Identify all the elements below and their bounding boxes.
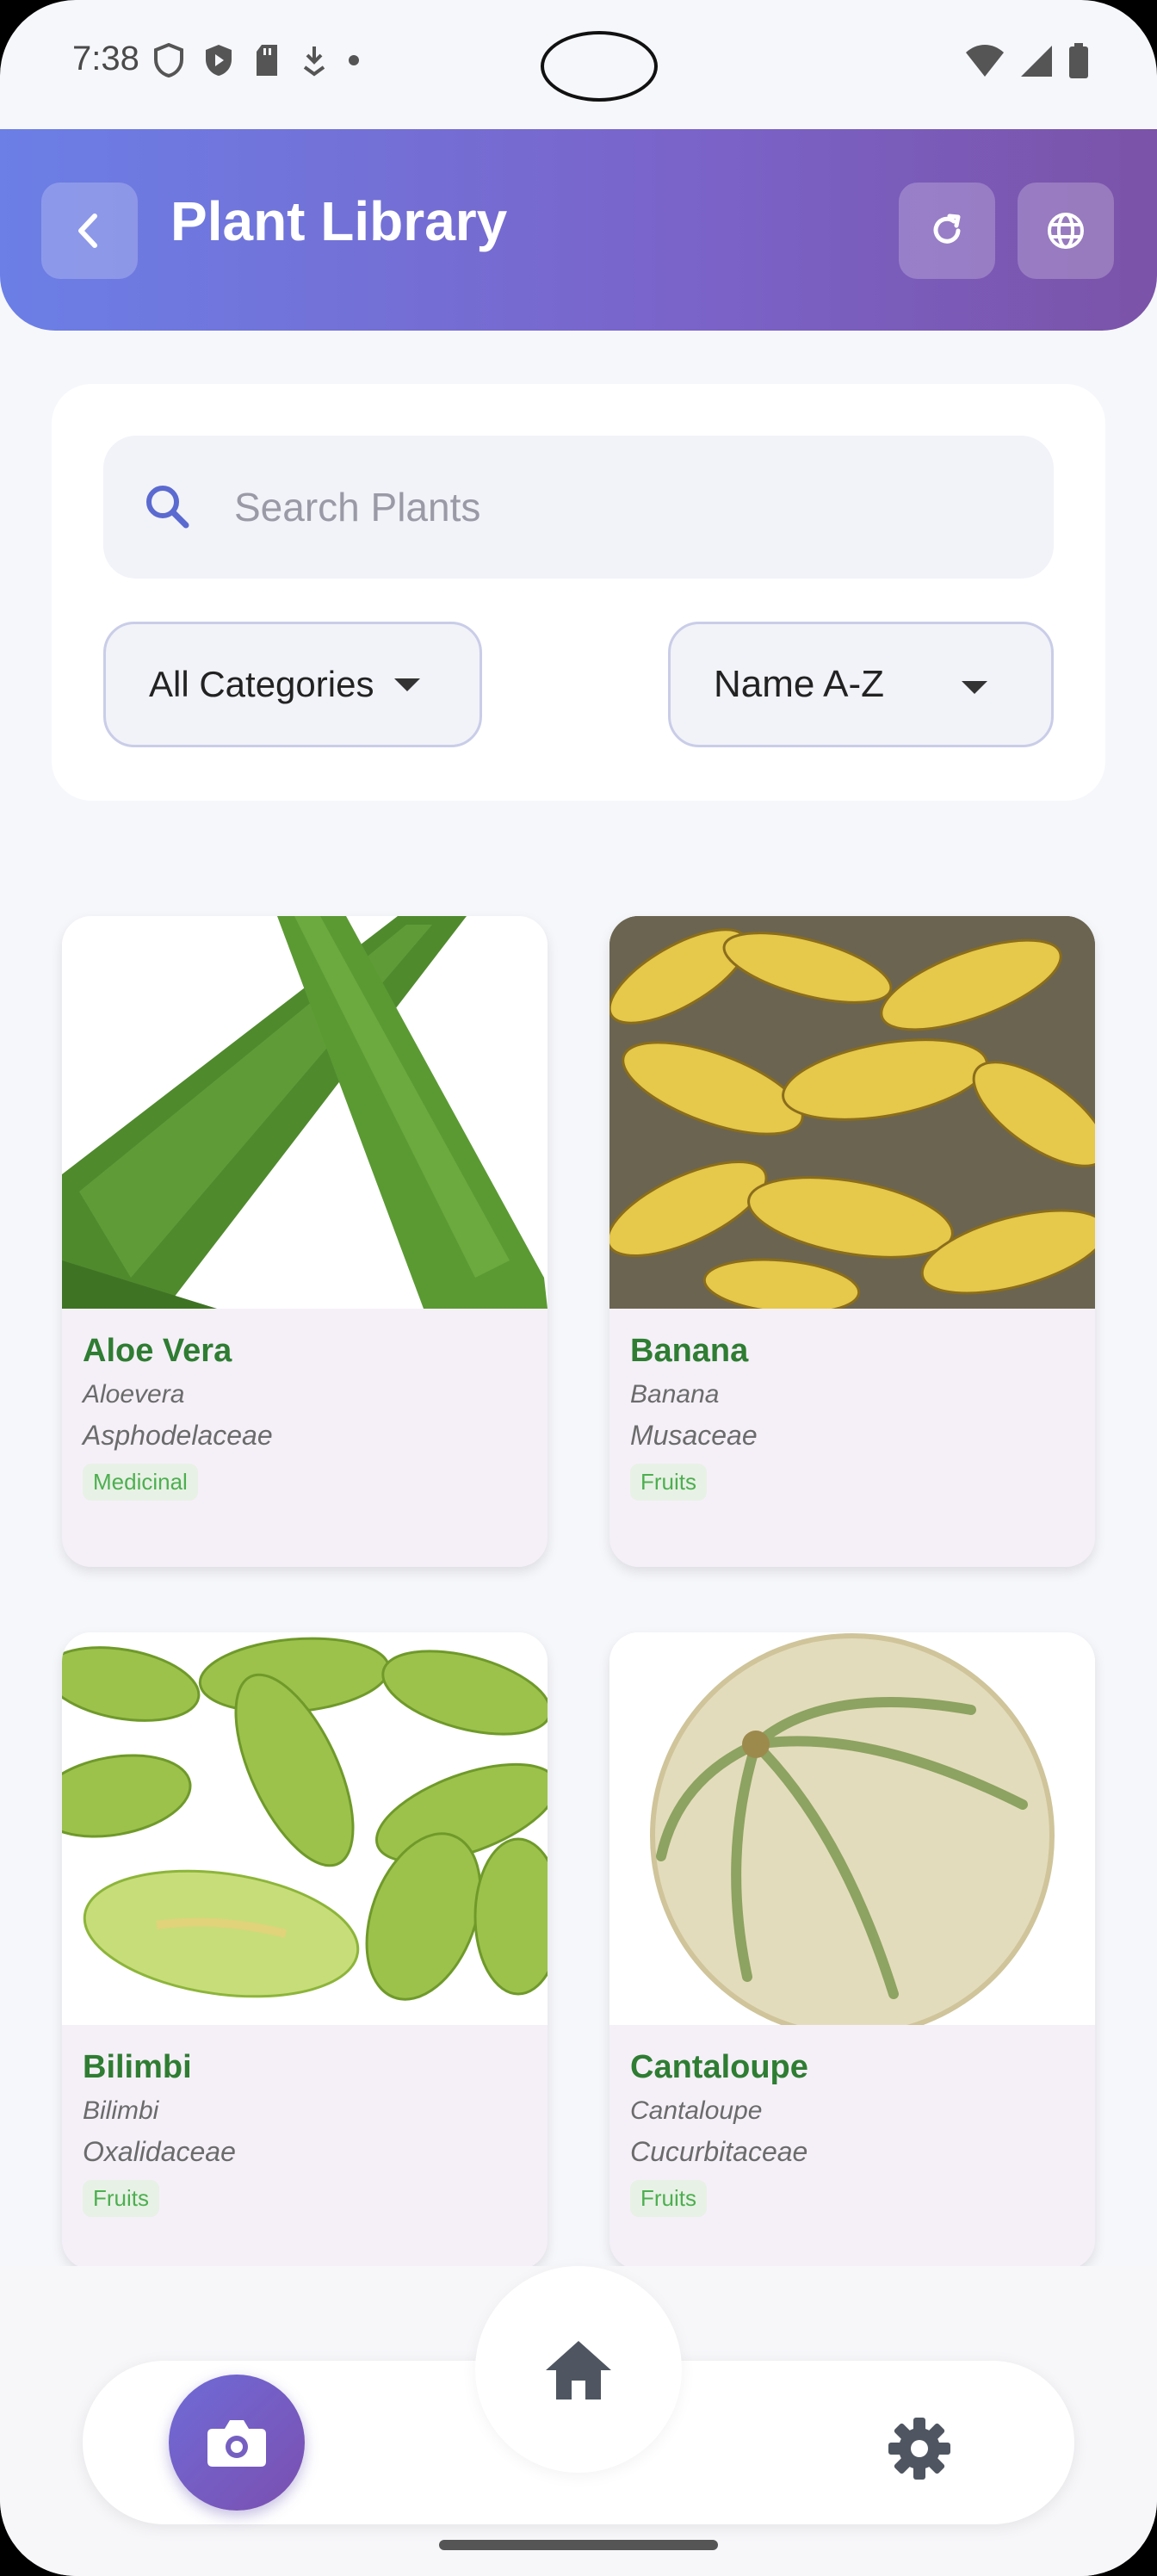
search-box[interactable]	[103, 436, 1054, 579]
plant-family: Asphodelaceae	[83, 1420, 273, 1451]
plant-image	[62, 1632, 548, 2025]
plant-name: Cantaloupe	[630, 2049, 808, 2085]
status-bar: 7:38	[0, 0, 1157, 129]
plant-card[interactable]: Banana Banana Musaceae Fruits	[609, 916, 1095, 1567]
battery-icon	[1069, 43, 1088, 78]
category-badge: Fruits	[83, 2180, 159, 2217]
caret-down-icon	[962, 681, 987, 694]
plant-scientific-name: Bilimbi	[83, 2096, 159, 2125]
plant-card[interactable]: Bilimbi Bilimbi Oxalidaceae Fruits	[62, 1632, 548, 2269]
refresh-icon	[933, 214, 961, 244]
download-icon	[303, 46, 325, 77]
signal-icon	[1021, 46, 1052, 77]
category-badge: Medicinal	[83, 1464, 198, 1501]
plant-image	[609, 1632, 1095, 2025]
plant-image	[609, 916, 1095, 1309]
plant-scientific-name: Banana	[630, 1380, 720, 1409]
front-camera	[541, 31, 658, 102]
wifi-icon	[966, 45, 1004, 77]
shield-icon	[154, 43, 183, 77]
status-time: 7:38	[72, 40, 139, 77]
category-dropdown-label: All Categories	[149, 664, 374, 704]
page-title: Plant Library	[170, 190, 508, 252]
home-icon	[546, 2341, 611, 2400]
caret-down-icon	[394, 678, 421, 691]
camera-button[interactable]	[169, 2375, 305, 2511]
gear-icon	[888, 2418, 950, 2480]
globe-icon	[1048, 213, 1084, 249]
home-button[interactable]	[475, 2266, 682, 2473]
plant-name: Bilimbi	[83, 2049, 192, 2085]
settings-button[interactable]	[878, 2407, 961, 2490]
category-badge: Fruits	[630, 1464, 707, 1501]
plant-family: Oxalidaceae	[83, 2136, 236, 2167]
sort-dropdown-label: Name A-Z	[714, 663, 885, 705]
category-badge: Fruits	[630, 2180, 707, 2217]
app-header: Plant Library	[0, 129, 1157, 331]
app-screen: 7:38 Plant Library Search Plants All Cat…	[0, 0, 1157, 2576]
refresh-button[interactable]	[899, 183, 995, 279]
back-button[interactable]	[41, 183, 138, 279]
plant-image	[62, 916, 548, 1309]
plant-scientific-name: Aloevera	[83, 1380, 185, 1409]
plant-scientific-name: Cantaloupe	[630, 2096, 763, 2125]
sort-dropdown[interactable]: Name A-Z	[668, 622, 1054, 747]
plant-card[interactable]: Aloe Vera Aloevera Asphodelaceae Medicin…	[62, 916, 548, 1567]
play-shield-icon	[206, 45, 232, 76]
camera-icon	[207, 2420, 266, 2467]
plant-name: Aloe Vera	[83, 1333, 232, 1369]
dot-icon	[349, 55, 359, 65]
language-button[interactable]	[1018, 183, 1114, 279]
plant-family: Musaceae	[630, 1420, 758, 1451]
sd-card-icon	[257, 45, 277, 76]
plant-name: Banana	[630, 1333, 749, 1369]
gesture-handle[interactable]	[439, 2540, 718, 2550]
category-dropdown[interactable]: All Categories	[103, 622, 482, 747]
search-icon	[146, 486, 189, 529]
filter-panel: All Categories Name A-Z	[52, 384, 1105, 801]
plant-card[interactable]: Cantaloupe Cantaloupe Cucurbitaceae Frui…	[609, 1632, 1095, 2269]
chevron-left-icon	[78, 214, 97, 248]
search-input[interactable]	[232, 472, 1011, 542]
plant-family: Cucurbitaceae	[630, 2136, 808, 2167]
